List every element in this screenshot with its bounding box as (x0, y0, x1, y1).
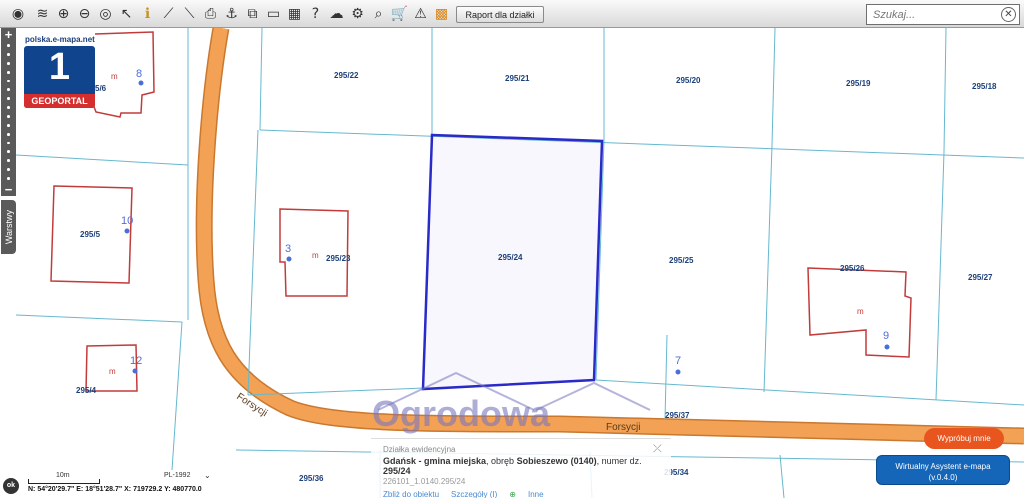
status-bar: ok 10m PL-1992 ⌄ N: 54°20'29.7" E: 18°51… (0, 470, 230, 498)
info-description: Gdańsk - gmina miejska, obręb Sobieszewo… (383, 456, 642, 476)
house-number: 3 (285, 243, 291, 255)
parcel-label: 295/4 (76, 386, 97, 395)
scale-bar (28, 479, 100, 484)
report-button[interactable]: Raport dla działki (456, 6, 544, 23)
logo-url: polska.e-mapa.net (25, 35, 95, 44)
parcel-label: 295/21 (505, 74, 530, 83)
close-panel-icon[interactable]: ⤫ (653, 443, 662, 456)
selected-parcel[interactable] (421, 133, 604, 391)
parcel-label: 295/20 (676, 76, 701, 85)
info-icon[interactable]: ℹ (137, 4, 158, 24)
zoom-slider[interactable]: + − (1, 28, 16, 196)
settings-icon[interactable]: ⚙ (347, 4, 368, 24)
house-number: 8 (136, 68, 142, 80)
zoom-plus-icon[interactable]: + (5, 28, 13, 41)
road-forsycji (195, 26, 1024, 445)
parcel-label: 295/27 (968, 273, 993, 282)
warning-icon[interactable]: ⚠ (410, 4, 431, 24)
virtual-assistant-button[interactable]: Wirtualny Asystent e-mapa (v.0.4.0) (876, 455, 1010, 485)
street-label: Forsycji (606, 422, 640, 433)
layers-icon[interactable]: ≋ (32, 4, 53, 24)
building-marker: m (109, 367, 116, 376)
geoportal-logo[interactable]: polska.e-mapa.net 1 GEOPORTAL (24, 35, 97, 109)
copy-icon[interactable]: ⧉ (242, 4, 263, 24)
house-number: 7 (675, 355, 681, 367)
logo-brand: GEOPORTAL (24, 94, 95, 108)
color-palette-icon[interactable]: ▩ (431, 4, 452, 24)
details-link[interactable]: Szczegóły (I) (451, 490, 497, 498)
try-me-button[interactable]: Wypróbuj mnie (924, 428, 1004, 449)
parcel-label: 295/25 (669, 256, 694, 265)
house-number: 12 (130, 355, 142, 367)
search-box: ✕ (866, 4, 1020, 25)
building-marker: m (857, 307, 864, 316)
parcel-label: 295/5 (80, 230, 101, 239)
search-map-icon[interactable]: ⌕ (368, 4, 389, 24)
parcel-label: 295/24 (498, 253, 523, 262)
zoom-in-icon[interactable]: ⊕ (53, 4, 74, 24)
parcel-label: 295/22 (334, 71, 359, 80)
grid-icon[interactable]: ▦ (284, 4, 305, 24)
other-link[interactable]: Inne (528, 490, 544, 498)
parcel-info-panel: Działka ewidencyjna Gdańsk - gmina miejs… (371, 438, 671, 498)
add-icon[interactable]: ⊕ (509, 490, 516, 498)
watermark-text: Ogrodowa (372, 393, 550, 434)
window-icon[interactable]: ▭ (263, 4, 284, 24)
coordinates-readout: N: 54°20'29.7" E: 18°51'28.7" X: 719729.… (28, 486, 202, 493)
crs-select[interactable]: PL-1992 (164, 472, 190, 479)
building-marker: m (111, 72, 118, 81)
anchor-icon[interactable]: ⚓ (221, 4, 242, 24)
close-icon[interactable]: ✕ (1001, 7, 1016, 22)
search-input[interactable] (873, 8, 993, 21)
measure-area-icon[interactable]: ⟍ (179, 4, 200, 24)
zoom-out-icon[interactable]: ⊖ (74, 4, 95, 24)
assistant-version: (v.0.4.0) (928, 473, 958, 482)
measure-distance-icon[interactable]: ⟋ (158, 4, 179, 24)
help-icon[interactable]: ? (305, 4, 326, 24)
full-extent-icon[interactable]: ◎ (95, 4, 116, 24)
parcel-label: 295/26 (840, 264, 865, 273)
parcel-label: 295/19 (846, 79, 871, 88)
layers-label: Warstwy (3, 209, 14, 245)
zoom-to-object-link[interactable]: Zbliż do obiektu (383, 490, 439, 498)
parcel-label: 295/36 (299, 474, 324, 483)
main-toolbar: ◉ ≋ ⊕ ⊖ ◎ ↖ ℹ ⟋ ⟍ ⎙ ⚓ ⧉ ▭ ▦ ? ☁ ⚙ ⌕ 🛒 ⚠ … (0, 0, 1024, 28)
cart-icon[interactable]: 🛒 (389, 4, 410, 24)
logo-number: 1 (48, 46, 71, 88)
ok-button[interactable]: ok (3, 478, 19, 494)
parcel-label: 295/37 (665, 411, 690, 420)
house-number: 10 (121, 215, 133, 227)
building-marker: m (312, 251, 319, 260)
assistant-title: Wirtualny Asystent e-mapa (895, 462, 991, 471)
map-logo-icon[interactable]: ◉ (4, 4, 32, 24)
zoom-minus-icon[interactable]: − (5, 183, 13, 196)
house-number: 9 (883, 330, 889, 342)
parcel-identifier: 226101_1.0140.295/24 (383, 477, 466, 486)
print-icon[interactable]: ⎙ (200, 4, 221, 24)
layers-tab[interactable]: Warstwy (1, 200, 16, 254)
parcel-label: 295/18 (972, 82, 997, 91)
upload-icon[interactable]: ☁ (326, 4, 347, 24)
pointer-icon[interactable]: ↖ (116, 4, 137, 24)
parcel-label: 295/23 (326, 254, 351, 263)
info-heading: Działka ewidencyjna (383, 445, 456, 454)
map-application: 295/22 295/21 295/20 295/19 295/18 295/5… (0, 0, 1024, 498)
chevron-down-icon[interactable]: ⌄ (204, 471, 211, 480)
scale-label: 10m (56, 472, 70, 479)
